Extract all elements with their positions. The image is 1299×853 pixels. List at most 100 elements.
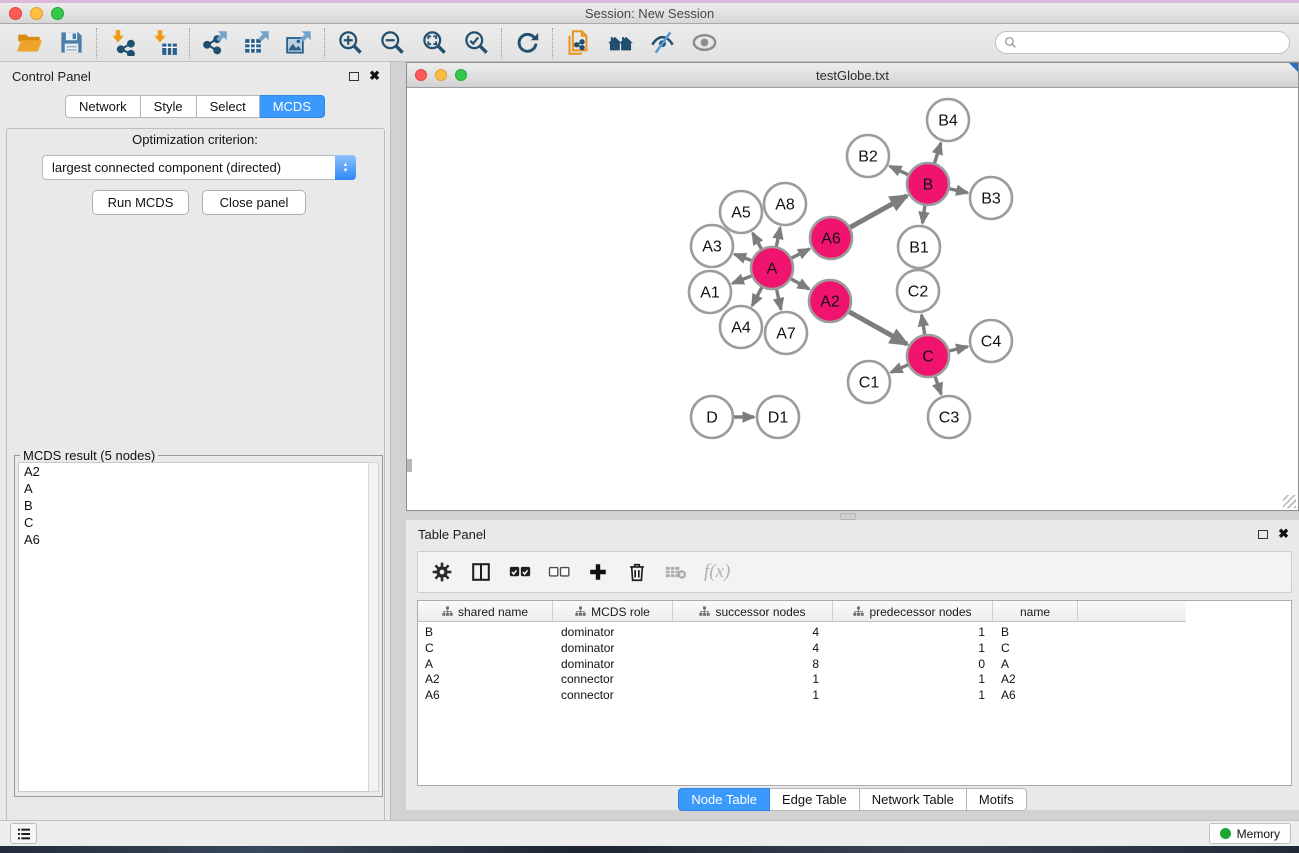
table-row[interactable]: A6connector11A6 <box>418 687 1291 703</box>
import-network-button[interactable] <box>101 26 143 60</box>
memory-button[interactable]: Memory <box>1209 823 1291 844</box>
close-panel-button[interactable]: Close panel <box>202 190 306 215</box>
node-B1[interactable]: B1 <box>898 226 940 268</box>
float-table-panel-icon[interactable] <box>1258 530 1268 539</box>
export-table-button[interactable] <box>236 26 278 60</box>
search-input[interactable] <box>1022 36 1289 50</box>
export-image-button[interactable] <box>278 26 320 60</box>
cell-name[interactable]: C <box>993 640 1078 656</box>
zoom-fit-button[interactable] <box>413 26 455 60</box>
cell-shared-name[interactable]: A2 <box>418 671 553 687</box>
node-A2[interactable]: A2 <box>809 280 851 322</box>
node-C1[interactable]: C1 <box>848 361 890 403</box>
task-history-button[interactable] <box>10 823 37 844</box>
result-scrollbar[interactable] <box>368 462 379 792</box>
node-B2[interactable]: B2 <box>847 135 889 177</box>
deselect-all-button[interactable] <box>548 557 570 587</box>
open-session-button[interactable] <box>8 26 50 60</box>
result-item[interactable]: A6 <box>19 531 369 548</box>
edge-A-A5[interactable] <box>753 233 762 249</box>
column-header-predecessor-nodes[interactable]: predecessor nodes <box>833 601 993 622</box>
tab-motifs[interactable]: Motifs <box>967 788 1027 811</box>
node-A[interactable]: A <box>751 247 793 289</box>
export-network-button[interactable] <box>194 26 236 60</box>
edge-A-A1[interactable] <box>732 276 751 283</box>
cell-name[interactable]: A6 <box>993 687 1078 703</box>
cell-shared-name[interactable]: B <box>418 624 553 640</box>
network-graph[interactable]: B4B2BB3A8A5A6A3B1AC2A1A2A4A7C4CC1C3DD1 <box>407 88 1298 510</box>
edge-C-C3[interactable] <box>935 377 941 395</box>
edge-A-A3[interactable] <box>735 254 752 260</box>
select-all-button[interactable] <box>509 557 531 587</box>
table-row[interactable]: Bdominator41B <box>418 624 1291 640</box>
edge-C-C2[interactable] <box>922 315 925 335</box>
node-B4[interactable]: B4 <box>927 99 969 141</box>
delete-column-button[interactable] <box>626 557 648 587</box>
zoom-in-button[interactable] <box>329 26 371 60</box>
cell-MCDS-role[interactable]: dominator <box>553 656 673 672</box>
cell-shared-name[interactable]: C <box>418 640 553 656</box>
show-all-button[interactable] <box>683 26 725 60</box>
cell-name[interactable]: A <box>993 656 1078 672</box>
node-C4[interactable]: C4 <box>970 320 1012 362</box>
cell-MCDS-role[interactable]: connector <box>553 687 673 703</box>
cell-predecessor-nodes[interactable]: 1 <box>833 624 993 640</box>
cell-successor-nodes[interactable]: 8 <box>673 656 833 672</box>
cell-predecessor-nodes[interactable]: 1 <box>833 671 993 687</box>
zoom-out-button[interactable] <box>371 26 413 60</box>
cell-successor-nodes[interactable]: 4 <box>673 640 833 656</box>
cell-successor-nodes[interactable]: 4 <box>673 624 833 640</box>
close-table-panel-icon[interactable]: ✖ <box>1278 529 1289 539</box>
node-C3[interactable]: C3 <box>928 396 970 438</box>
cell-shared-name[interactable]: A6 <box>418 687 553 703</box>
edge-B-B2[interactable] <box>890 166 908 175</box>
result-item[interactable]: A2 <box>19 463 369 480</box>
edge-A6-B[interactable] <box>850 196 907 228</box>
node-table[interactable]: shared nameMCDS rolesuccessor nodesprede… <box>417 600 1292 786</box>
split-divider-handle[interactable] <box>840 513 856 520</box>
refresh-button[interactable] <box>506 26 548 60</box>
column-header-name[interactable]: name <box>993 601 1078 622</box>
node-C2[interactable]: C2 <box>897 270 939 312</box>
edge-A-A2[interactable] <box>791 279 809 289</box>
network-canvas[interactable]: B4B2BB3A8A5A6A3B1AC2A1A2A4A7C4CC1C3DD1 <box>407 88 1298 510</box>
result-item[interactable]: C <box>19 514 369 531</box>
cell-name[interactable]: B <box>993 624 1078 640</box>
float-panel-icon[interactable] <box>349 72 359 81</box>
column-settings-button[interactable] <box>431 557 453 587</box>
create-column-button[interactable] <box>587 557 609 587</box>
table-row[interactable]: Adominator80A <box>418 656 1291 672</box>
node-A1[interactable]: A1 <box>689 271 731 313</box>
resize-grip-icon[interactable] <box>1283 495 1296 508</box>
edge-C-C1[interactable] <box>891 365 908 372</box>
cell-MCDS-role[interactable]: connector <box>553 671 673 687</box>
node-B3[interactable]: B3 <box>970 177 1012 219</box>
table-row[interactable]: Cdominator41C <box>418 640 1291 656</box>
tab-edge-table[interactable]: Edge Table <box>770 788 860 811</box>
edge-B-B3[interactable] <box>949 189 967 193</box>
cell-shared-name[interactable]: A <box>418 656 553 672</box>
optimization-criterion-select[interactable]: largest connected component (directed) ▲… <box>42 155 356 180</box>
edge-A-A4[interactable] <box>752 287 762 305</box>
table-row[interactable]: A2connector11A2 <box>418 671 1291 687</box>
close-panel-icon[interactable]: ✖ <box>369 71 380 81</box>
tab-mcds[interactable]: MCDS <box>260 95 325 118</box>
node-B[interactable]: B <box>907 163 949 205</box>
cell-predecessor-nodes[interactable]: 0 <box>833 656 993 672</box>
node-D1[interactable]: D1 <box>757 396 799 438</box>
canvas-scrollbar-thumb[interactable] <box>407 459 412 472</box>
tab-node-table[interactable]: Node Table <box>678 788 770 811</box>
search-field[interactable] <box>995 31 1290 54</box>
mcds-result-list[interactable]: A2ABCA6 <box>18 462 370 792</box>
cell-MCDS-role[interactable]: dominator <box>553 640 673 656</box>
node-A5[interactable]: A5 <box>720 191 762 233</box>
result-item[interactable]: B <box>19 497 369 514</box>
column-header-shared-name[interactable]: shared name <box>418 601 553 622</box>
column-header-MCDS-role[interactable]: MCDS role <box>553 601 673 622</box>
cell-predecessor-nodes[interactable]: 1 <box>833 640 993 656</box>
network-window-titlebar[interactable]: testGlobe.txt <box>407 63 1298 88</box>
node-A3[interactable]: A3 <box>691 225 733 267</box>
node-A7[interactable]: A7 <box>765 312 807 354</box>
node-A6[interactable]: A6 <box>810 217 852 259</box>
edge-B-B4[interactable] <box>935 143 941 163</box>
